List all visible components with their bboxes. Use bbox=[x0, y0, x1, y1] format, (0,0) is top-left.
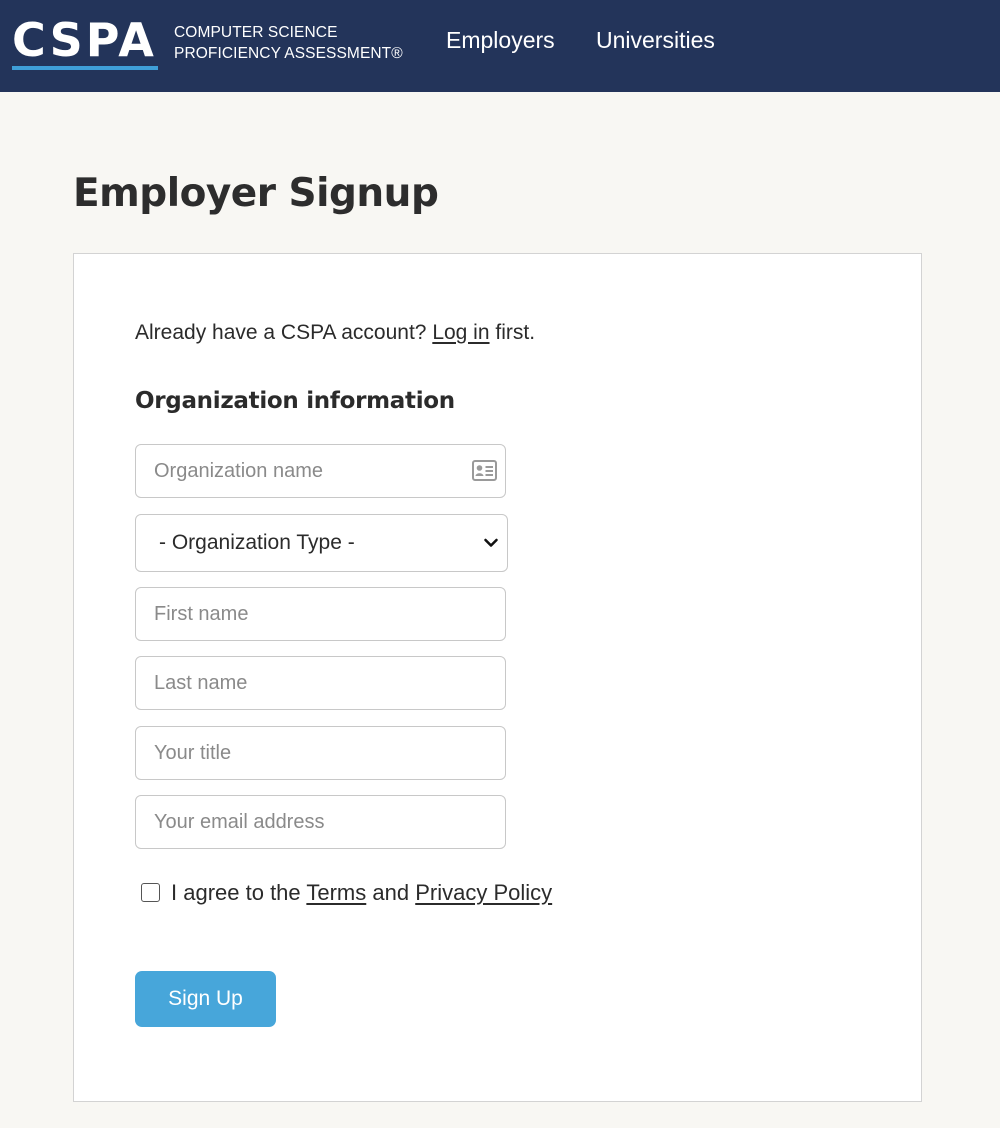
terms-checkbox[interactable] bbox=[141, 883, 160, 902]
terms-prefix: I agree to the bbox=[171, 880, 301, 905]
logo-underline bbox=[12, 66, 158, 70]
organization-type-selected: - Organization Type - bbox=[159, 531, 355, 554]
last-name-input[interactable] bbox=[135, 656, 506, 710]
login-link[interactable]: Log in bbox=[432, 321, 489, 344]
sign-up-button[interactable]: Sign Up bbox=[135, 971, 276, 1027]
login-prompt: Already have a CSPA account? Log in firs… bbox=[135, 320, 535, 346]
terms-and: and bbox=[372, 880, 410, 905]
signup-form-card: Already have a CSPA account? Log in firs… bbox=[73, 253, 922, 1102]
logo-tagline-line1: COMPUTER SCIENCE bbox=[174, 24, 338, 41]
nav-universities-link[interactable]: Universities bbox=[596, 26, 715, 54]
organization-type-select[interactable]: - Organization Type - bbox=[135, 514, 508, 572]
privacy-policy-link[interactable]: Privacy Policy bbox=[415, 880, 552, 905]
organization-info-heading: Organization information bbox=[135, 388, 455, 414]
terms-agreement-text: I agree to the Terms and Privacy Policy bbox=[171, 878, 552, 908]
logo-tagline-line2: PROFICIENCY ASSESSMENT® bbox=[174, 45, 403, 62]
job-title-input[interactable] bbox=[135, 726, 506, 780]
login-prompt-suffix: first. bbox=[495, 321, 536, 344]
logo-wordmark: CSPA bbox=[12, 13, 157, 67]
login-prompt-prefix: Already have a CSPA account? bbox=[135, 321, 427, 344]
email-input[interactable] bbox=[135, 795, 506, 849]
terms-link[interactable]: Terms bbox=[306, 880, 366, 905]
top-navigation-bar: CSPA COMPUTER SCIENCE PROFICIENCY ASSESS… bbox=[0, 0, 1000, 92]
chevron-down-icon bbox=[484, 538, 498, 547]
first-name-input[interactable] bbox=[135, 587, 506, 641]
page-title: Employer Signup bbox=[73, 171, 439, 216]
nav-employers-link[interactable]: Employers bbox=[446, 26, 555, 54]
logo-tagline: COMPUTER SCIENCE PROFICIENCY ASSESSMENT® bbox=[174, 22, 403, 64]
organization-name-input[interactable] bbox=[135, 444, 506, 498]
